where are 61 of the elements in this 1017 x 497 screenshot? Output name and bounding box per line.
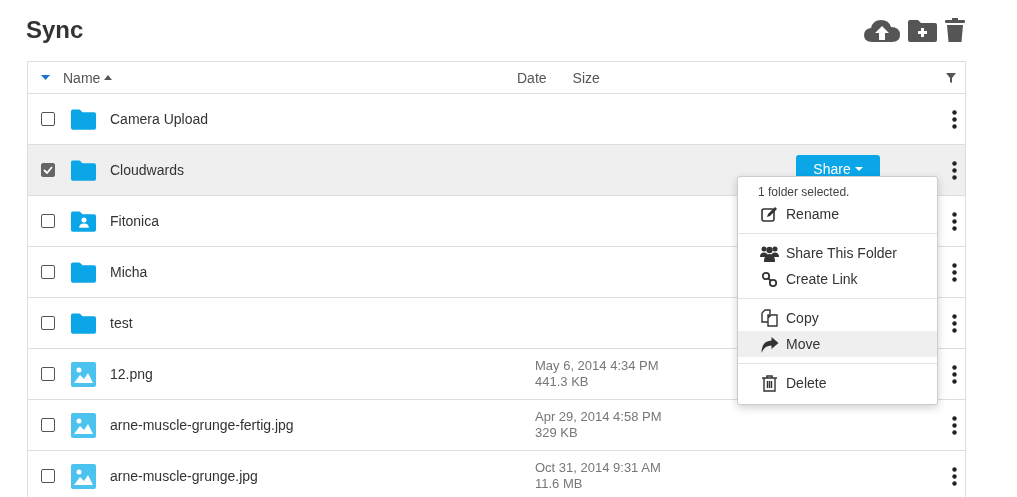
checkbox[interactable] <box>41 469 55 483</box>
file-name[interactable]: Micha <box>110 264 535 280</box>
copy-icon <box>760 309 779 327</box>
image-icon <box>71 361 96 387</box>
file-name[interactable]: Cloudwards <box>110 162 535 178</box>
users-icon <box>760 244 779 262</box>
checkbox[interactable] <box>41 112 55 126</box>
modified-date: May 6, 2014 4:34 PM <box>535 358 660 374</box>
filter-icon[interactable] <box>946 72 956 83</box>
column-header[interactable]: Date <box>517 69 547 86</box>
checkbox[interactable] <box>41 214 55 228</box>
checkbox[interactable] <box>41 265 55 279</box>
more-options-icon[interactable] <box>952 466 957 486</box>
link-icon <box>760 270 779 288</box>
menu-item[interactable]: Copy <box>738 305 937 331</box>
menu-item[interactable]: Create Link <box>738 266 937 292</box>
cloud-upload-icon[interactable] <box>864 18 900 42</box>
trash-icon[interactable] <box>945 18 965 42</box>
file-name[interactable]: 12.png <box>110 366 535 382</box>
checkbox[interactable] <box>41 163 55 177</box>
file-size: 329 KB <box>535 425 579 441</box>
modified-date: Apr 29, 2014 4:58 PM <box>535 409 663 425</box>
menu-item[interactable]: Move <box>738 331 937 357</box>
menu-item[interactable]: Share This Folder <box>738 240 937 266</box>
page-title: Sync <box>26 16 84 44</box>
folder-icon <box>70 260 97 284</box>
more-options-icon[interactable] <box>952 262 957 282</box>
forward-arrow-icon <box>760 335 779 353</box>
file-name[interactable]: arne-muscle-grunge-fertig.jpg <box>110 417 535 433</box>
more-options-icon[interactable] <box>952 211 957 231</box>
menu-item[interactable]: Delete <box>738 370 937 396</box>
more-options-icon[interactable] <box>952 415 957 435</box>
selection-caption: 1 folder selected. <box>757 185 851 201</box>
file-name[interactable]: Camera Upload <box>110 111 535 127</box>
edit-icon <box>760 205 779 223</box>
folder-icon <box>70 107 97 131</box>
more-options-icon[interactable] <box>952 160 957 180</box>
column-header[interactable]: Name <box>63 69 101 86</box>
shared-folder-icon <box>70 209 97 233</box>
folder-icon <box>70 311 97 335</box>
file-name[interactable]: arne-muscle-grunge.jpg <box>110 468 535 484</box>
checkbox[interactable] <box>41 367 55 381</box>
column-header[interactable]: Size <box>572 69 600 86</box>
folder-icon <box>70 158 97 182</box>
file-name[interactable]: Fitonica <box>110 213 535 229</box>
file-name[interactable]: test <box>110 315 535 331</box>
more-options-icon[interactable] <box>952 364 957 384</box>
more-options-icon[interactable] <box>952 109 957 129</box>
trash-icon <box>760 374 779 392</box>
new-folder-icon[interactable] <box>908 18 937 42</box>
file-size: 11.6 MB <box>535 476 584 492</box>
checkbox[interactable] <box>41 316 55 330</box>
modified-date: Oct 31, 2014 9:31 AM <box>535 460 662 476</box>
menu-item[interactable]: Rename <box>738 201 937 227</box>
caret-down-icon[interactable] <box>41 75 50 80</box>
more-options-icon[interactable] <box>952 313 957 333</box>
caret-down-icon <box>854 166 863 171</box>
image-icon <box>71 463 96 489</box>
file-size: 441.3 KB <box>535 374 590 390</box>
image-icon <box>71 412 96 438</box>
checkbox[interactable] <box>41 418 55 432</box>
